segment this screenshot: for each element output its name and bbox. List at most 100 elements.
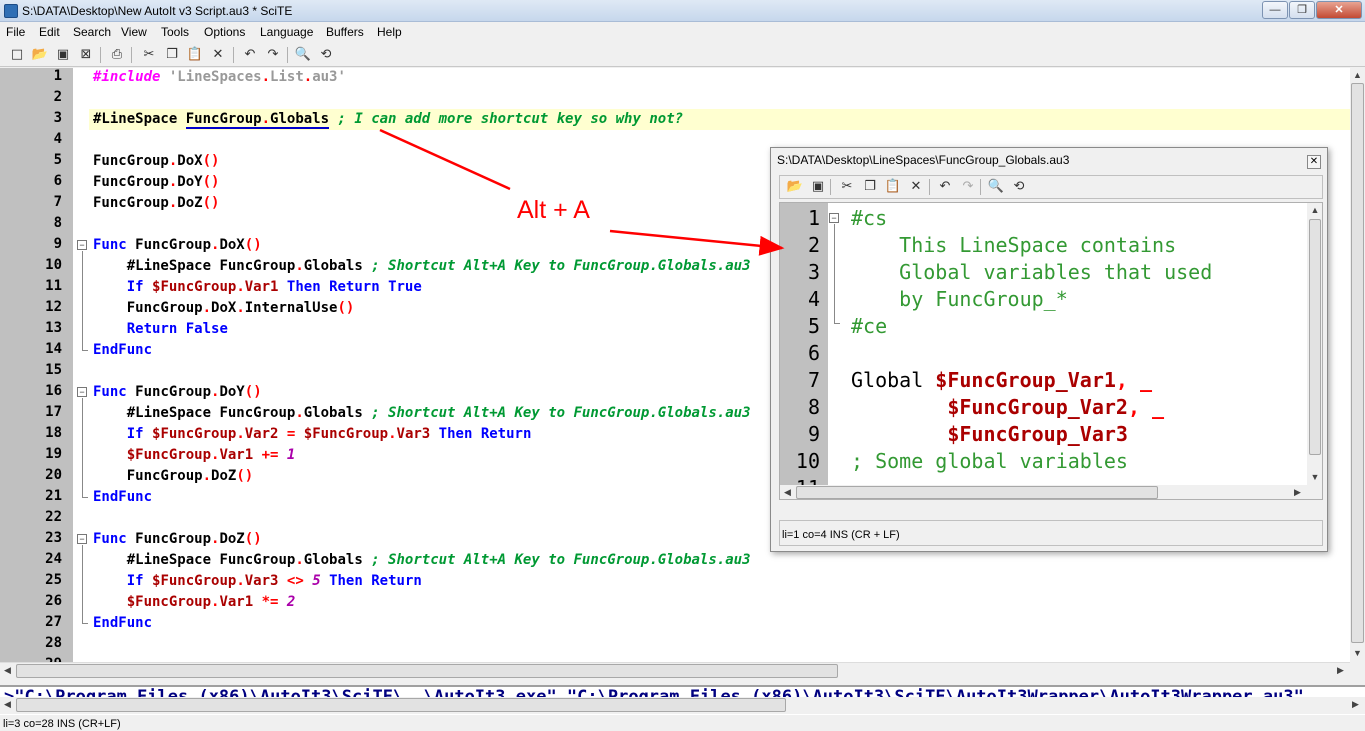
scroll-left-arrow[interactable]: ◀	[0, 697, 15, 712]
save-icon[interactable]: ▣	[809, 178, 827, 196]
popup-horizontal-scrollbar[interactable]: ◀ ▶	[780, 485, 1322, 499]
popup-code-line[interactable]: #ce	[851, 313, 887, 340]
fold-margin[interactable]: − − −	[73, 68, 89, 662]
redo-icon[interactable]: ↷	[264, 46, 282, 64]
popup-code-line[interactable]: #cs	[851, 205, 887, 232]
replace-icon[interactable]: ⟲	[317, 46, 335, 64]
code-line[interactable]: Func FuncGroup.DoZ()	[93, 529, 262, 550]
line-number: 27	[45, 614, 62, 630]
cut-icon[interactable]: ✂	[838, 178, 856, 196]
find-icon[interactable]: 🔍	[294, 46, 312, 64]
menu-tools[interactable]: Tools	[161, 25, 189, 39]
scroll-left-arrow[interactable]: ◀	[0, 663, 15, 678]
fold-toggle-icon[interactable]: −	[77, 387, 87, 397]
scroll-thumb[interactable]	[1309, 219, 1321, 455]
code-line[interactable]: $FuncGroup.Var1 *= 2	[93, 592, 296, 613]
copy-icon[interactable]: ❐	[861, 178, 879, 196]
scroll-down-arrow[interactable]: ▼	[1307, 470, 1322, 485]
fold-toggle-icon[interactable]: −	[77, 240, 87, 250]
code-line[interactable]: #LineSpace FuncGroup.Globals ; Shortcut …	[93, 403, 751, 424]
menu-search[interactable]: Search	[73, 25, 111, 39]
menu-edit[interactable]: Edit	[39, 25, 60, 39]
code-line[interactable]: #LineSpace FuncGroup.Globals ; I can add…	[93, 109, 683, 130]
code-line[interactable]: FuncGroup.DoZ()	[93, 466, 253, 487]
popup-code-line[interactable]: ; Some global variables	[851, 448, 1128, 475]
maximize-button[interactable]: ❐	[1289, 1, 1315, 19]
menu-file[interactable]: File	[6, 25, 25, 39]
status-bar: li=3 co=28 INS (CR+LF)	[0, 716, 1365, 731]
line-number: 5	[53, 152, 62, 168]
print-icon[interactable]: ⎙	[108, 46, 126, 64]
toolbar-separator	[929, 179, 930, 195]
popup-vertical-scrollbar[interactable]: ▲ ▼	[1307, 203, 1322, 485]
code-line[interactable]: EndFunc	[93, 613, 152, 634]
scroll-right-arrow[interactable]: ▶	[1290, 485, 1305, 499]
paste-icon[interactable]: 📋	[884, 178, 902, 196]
scroll-up-arrow[interactable]: ▲	[1307, 203, 1322, 218]
code-line[interactable]: Return False	[93, 319, 228, 340]
annotation-label: Alt + A	[517, 196, 590, 224]
code-line[interactable]: If $FuncGroup.Var2 = $FuncGroup.Var3 The…	[93, 424, 532, 445]
redo-icon[interactable]: ↷	[959, 178, 977, 196]
code-line[interactable]: EndFunc	[93, 487, 152, 508]
paste-icon[interactable]: 📋	[186, 46, 204, 64]
popup-code-line[interactable]: by FuncGroup_*	[851, 286, 1068, 313]
menu-options[interactable]: Options	[204, 25, 245, 39]
line-number-gutter: 1 2 3 4 5 6 7 8 9 10 11 12 13 14 15 16 17 18 19 20 21 22 23 24 2…	[0, 68, 73, 662]
close-file-icon[interactable]: ⊠	[77, 46, 95, 64]
editor-vertical-scrollbar[interactable]: ▲ ▼	[1350, 68, 1365, 662]
scroll-left-arrow[interactable]: ◀	[780, 485, 795, 499]
code-line[interactable]: EndFunc	[93, 340, 152, 361]
menu-language[interactable]: Language	[260, 25, 313, 39]
code-line[interactable]: $FuncGroup.Var1 += 1	[93, 445, 296, 466]
scroll-thumb[interactable]	[1351, 83, 1364, 643]
popup-code-editor[interactable]: 1234567891011 − #cs This LineSpace conta…	[779, 202, 1323, 500]
code-line[interactable]: #include 'LineSpaces.List.au3'	[93, 68, 346, 88]
popup-code-line[interactable]: $FuncGroup_Var2, _	[851, 394, 1164, 421]
popup-code-line[interactable]: Global variables that used	[851, 259, 1212, 286]
find-icon[interactable]: 🔍	[987, 178, 1005, 196]
new-file-icon[interactable]: □	[8, 46, 26, 64]
menu-help[interactable]: Help	[377, 25, 402, 39]
minimize-button[interactable]: —	[1262, 1, 1288, 19]
cut-icon[interactable]: ✂	[140, 46, 158, 64]
replace-icon[interactable]: ⟲	[1010, 178, 1028, 196]
editor-horizontal-scrollbar[interactable]: ◀ ▶	[0, 662, 1350, 679]
hscroll-thumb[interactable]	[16, 698, 786, 712]
popup-code-line[interactable]: This LineSpace contains	[851, 232, 1176, 259]
undo-icon[interactable]: ↶	[936, 178, 954, 196]
delete-icon[interactable]: ✕	[209, 46, 227, 64]
code-line[interactable]: #LineSpace FuncGroup.Globals ; Shortcut …	[93, 550, 751, 571]
popup-code-line[interactable]: Global $FuncGroup_Var1, _	[851, 367, 1152, 394]
scroll-down-arrow[interactable]: ▼	[1350, 646, 1365, 661]
popup-code-line[interactable]: $FuncGroup_Var3	[851, 421, 1128, 448]
code-line[interactable]: FuncGroup.DoX.InternalUse()	[93, 298, 355, 319]
popup-close-button[interactable]: ✕	[1307, 155, 1321, 169]
scroll-right-arrow[interactable]: ▶	[1333, 663, 1348, 678]
hscroll-thumb[interactable]	[796, 486, 1158, 499]
code-line[interactable]: If $FuncGroup.Var1 Then Return True	[93, 277, 422, 298]
code-line[interactable]: Func FuncGroup.DoX()	[93, 235, 262, 256]
code-line[interactable]: FuncGroup.DoY()	[93, 172, 219, 193]
open-folder-icon[interactable]: 📂	[31, 46, 49, 64]
close-button[interactable]: ✕	[1316, 1, 1362, 19]
fold-toggle-icon[interactable]: −	[77, 534, 87, 544]
popup-editor-content[interactable]: #cs This LineSpace contains Global varia…	[780, 203, 1307, 485]
code-line[interactable]: #LineSpace FuncGroup.Globals ; Shortcut …	[93, 256, 751, 277]
menu-buffers[interactable]: Buffers	[326, 25, 364, 39]
delete-icon[interactable]: ✕	[907, 178, 925, 196]
output-horizontal-scrollbar[interactable]: ◀ ▶	[0, 697, 1365, 714]
undo-icon[interactable]: ↶	[241, 46, 259, 64]
hscroll-thumb[interactable]	[16, 664, 838, 678]
menu-view[interactable]: View	[121, 25, 147, 39]
copy-icon[interactable]: ❐	[163, 46, 181, 64]
code-line[interactable]: FuncGroup.DoX()	[93, 151, 219, 172]
code-line[interactable]: Func FuncGroup.DoY()	[93, 382, 262, 403]
save-icon[interactable]: ▣	[54, 46, 72, 64]
scroll-up-arrow[interactable]: ▲	[1350, 68, 1365, 83]
scroll-right-arrow[interactable]: ▶	[1348, 697, 1363, 712]
open-folder-icon[interactable]: 📂	[786, 178, 804, 196]
code-line[interactable]: FuncGroup.DoZ()	[93, 193, 219, 214]
code-line[interactable]: If $FuncGroup.Var3 <> 5 Then Return	[93, 571, 422, 592]
linespace-popup-window[interactable]: S:\DATA\Desktop\LineSpaces\FuncGroup_Glo…	[770, 147, 1328, 552]
